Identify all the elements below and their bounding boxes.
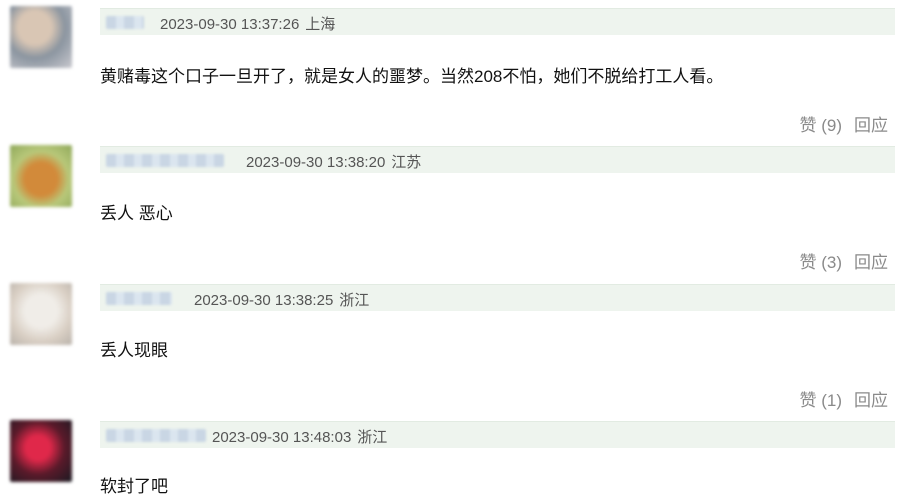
- comment-location: 浙江: [357, 429, 388, 446]
- username[interactable]: [106, 292, 172, 305]
- comment-meta: 2023-09-30 13:37:26 上海: [160, 13, 341, 34]
- comment-timestamp: 2023-09-30 13:37:26: [160, 16, 300, 33]
- comment-meta-bar: 2023-09-30 13:48:03 浙江: [100, 421, 895, 448]
- comment-meta: 2023-09-30 13:38:25 浙江: [194, 289, 375, 310]
- like-button[interactable]: 赞 (3): [800, 253, 843, 272]
- comment-actions: 赞 (9) 回应: [788, 111, 889, 136]
- like-button[interactable]: 赞 (9): [800, 116, 843, 135]
- reply-button[interactable]: 回应: [854, 116, 888, 135]
- comment-meta: 2023-09-30 13:48:03 浙江: [212, 426, 393, 447]
- comment-text: 丢人现眼: [100, 341, 168, 360]
- comment-location: 上海: [305, 16, 336, 33]
- comment-text: 软封了吧: [100, 477, 168, 496]
- like-button[interactable]: 赞 (1): [800, 391, 843, 410]
- reply-button[interactable]: 回应: [854, 391, 888, 410]
- comment-actions: 赞 (3) 回应: [788, 248, 889, 273]
- comment-meta-bar: 2023-09-30 13:38:20 江苏: [100, 146, 895, 173]
- username[interactable]: [106, 429, 206, 442]
- avatar[interactable]: [10, 283, 72, 345]
- comment-text: 黄赌毒这个口子一旦开了，就是女人的噩梦。当然208不怕，她们不脱给打工人看。: [100, 67, 724, 86]
- avatar[interactable]: [10, 6, 72, 68]
- username[interactable]: [106, 16, 144, 29]
- comment-text: 丢人 恶心: [100, 204, 173, 223]
- reply-button[interactable]: 回应: [854, 253, 888, 272]
- comment-meta-bar: 2023-09-30 13:38:25 浙江: [100, 284, 895, 311]
- comment-actions: 赞 (1) 回应: [788, 386, 889, 411]
- comment-timestamp: 2023-09-30 13:38:20: [246, 154, 386, 171]
- comment-timestamp: 2023-09-30 13:38:25: [194, 292, 334, 309]
- comment-location: 浙江: [339, 292, 370, 309]
- avatar[interactable]: [10, 145, 72, 207]
- comment-meta: 2023-09-30 13:38:20 江苏: [246, 151, 427, 172]
- comment-timestamp: 2023-09-30 13:48:03: [212, 429, 352, 446]
- comment-location: 江苏: [391, 154, 422, 171]
- comment-meta-bar: 2023-09-30 13:37:26 上海: [100, 8, 895, 35]
- username[interactable]: [106, 154, 224, 167]
- avatar[interactable]: [10, 420, 72, 482]
